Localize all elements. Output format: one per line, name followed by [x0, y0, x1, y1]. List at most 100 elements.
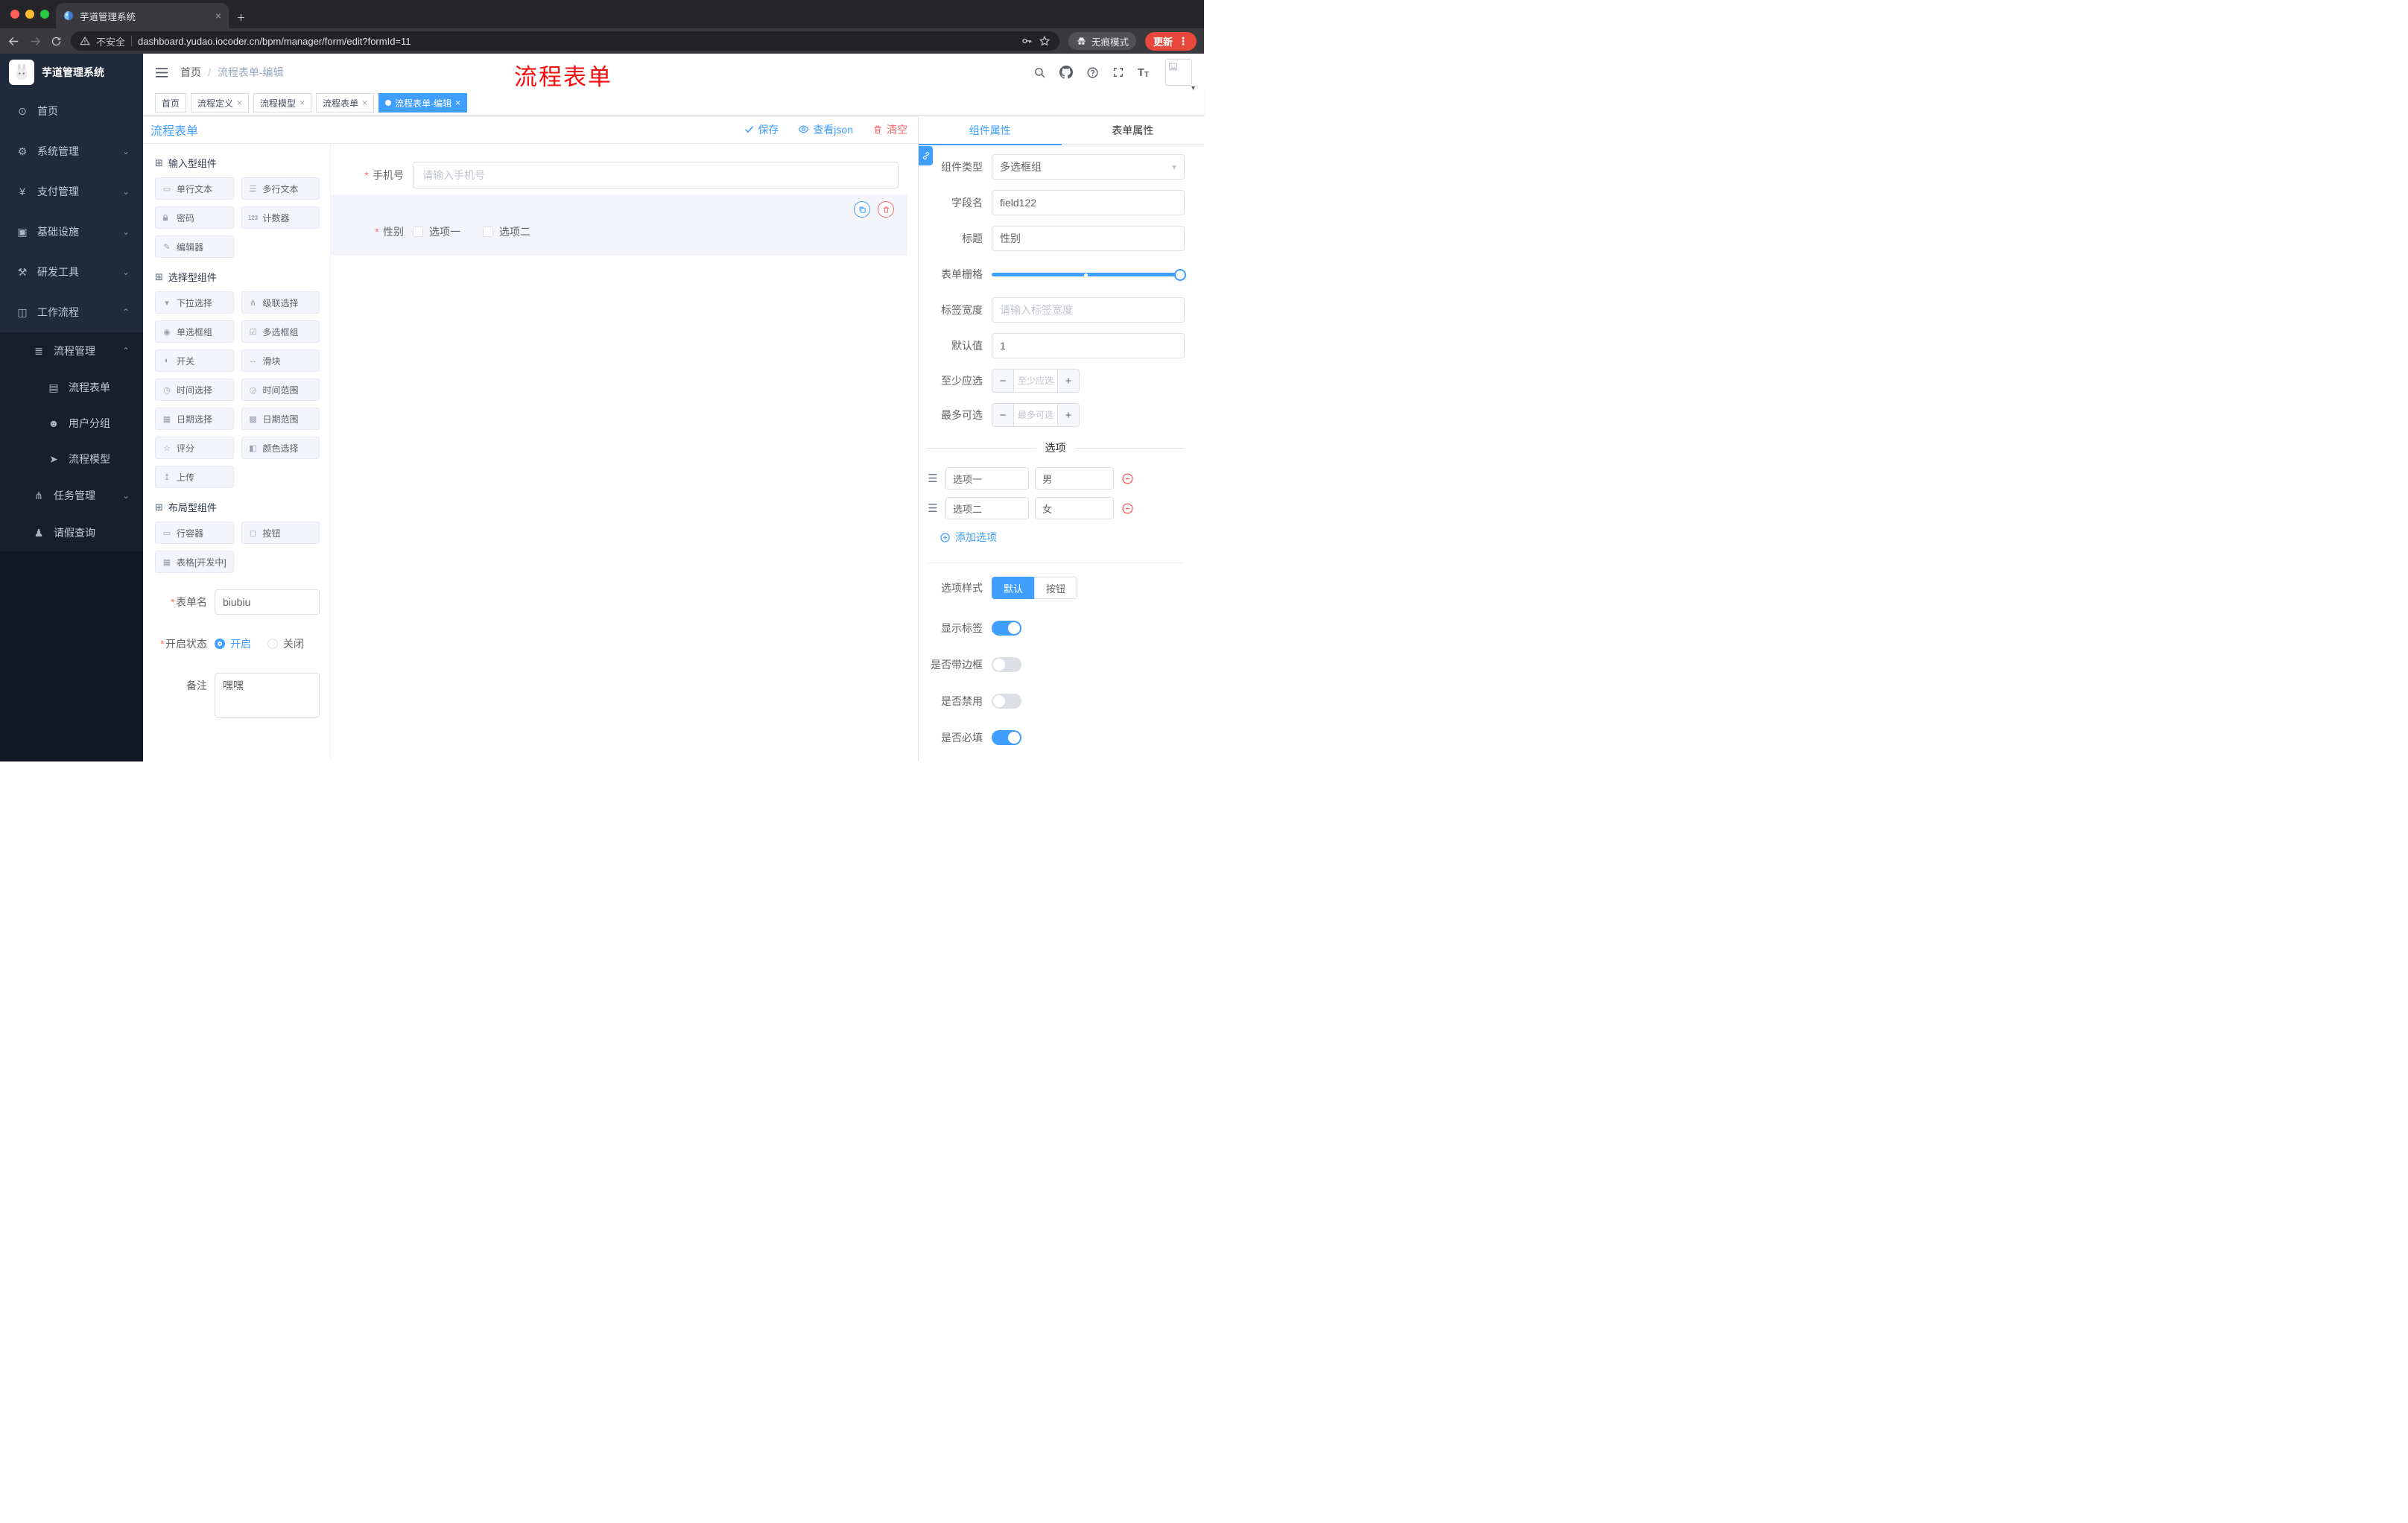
- reload-icon[interactable]: [51, 36, 62, 47]
- option-value-input[interactable]: [1035, 467, 1114, 490]
- show-label-switch[interactable]: [992, 621, 1021, 636]
- sidebar-item-devtools[interactable]: ⚒ 研发工具 ⌄: [0, 252, 143, 292]
- kebab-menu-icon[interactable]: ⋮: [1178, 35, 1188, 48]
- tab-component-props[interactable]: 组件属性: [919, 115, 1062, 145]
- component-item-table[interactable]: ▦ 表格[开发中]: [155, 551, 234, 573]
- increment-button[interactable]: +: [1057, 370, 1079, 392]
- zoom-window-button[interactable]: [40, 10, 49, 19]
- style-default-button[interactable]: 默认: [992, 577, 1036, 599]
- tab-form-props[interactable]: 表单属性: [1062, 115, 1205, 145]
- drag-handle-icon[interactable]: ☰: [926, 472, 940, 485]
- tag-process-definition[interactable]: 流程定义 ×: [191, 93, 250, 113]
- tag-process-model[interactable]: 流程模型 ×: [253, 93, 312, 113]
- sidebar-item-user-group[interactable]: ☻ 用户分组: [0, 405, 143, 441]
- new-tab-button[interactable]: [236, 13, 246, 22]
- min-selected-input[interactable]: [1014, 370, 1057, 392]
- save-button[interactable]: 保存: [744, 122, 779, 137]
- title-input[interactable]: [992, 226, 1185, 251]
- default-value-input[interactable]: [992, 333, 1185, 358]
- grid-slider[interactable]: [992, 262, 1186, 287]
- component-item-radio-group[interactable]: ◉ 单选框组: [155, 320, 234, 343]
- label-width-input[interactable]: [992, 297, 1185, 323]
- decrement-button[interactable]: −: [992, 404, 1014, 426]
- component-item-slider[interactable]: ↔ 滑块: [241, 349, 320, 372]
- component-item-editor[interactable]: ✎ 编辑器: [155, 235, 234, 258]
- link-icon[interactable]: [919, 146, 933, 165]
- tag-process-form-edit[interactable]: 流程表单-编辑 ×: [378, 93, 468, 113]
- component-item-rate[interactable]: ☆ 评分: [155, 437, 234, 459]
- component-item-button[interactable]: ◻ 按钮: [241, 522, 320, 544]
- update-button[interactable]: 更新 ⋮: [1144, 31, 1197, 51]
- copy-icon[interactable]: [854, 201, 870, 218]
- form-canvas[interactable]: * 手机号 请输入手机号 * 性别 选项一 选项二: [331, 144, 918, 762]
- status-radio-off[interactable]: 关闭: [267, 636, 304, 651]
- sidebar-item-infrastructure[interactable]: ▣ 基础设施 ⌄: [0, 212, 143, 252]
- sidebar-item-payment-management[interactable]: ¥ 支付管理 ⌄: [0, 171, 143, 212]
- slider-handle[interactable]: [1174, 269, 1186, 281]
- sidebar-item-process-form[interactable]: ▤ 流程表单: [0, 370, 143, 405]
- checkbox-option-1[interactable]: 选项一: [413, 224, 460, 239]
- sidebar-item-system-management[interactable]: ⚙ 系统管理 ⌄: [0, 131, 143, 171]
- component-item-cascader[interactable]: ⋔ 级联选择: [241, 291, 320, 314]
- sidebar-item-leave-query[interactable]: ♟ 请假查询: [0, 514, 143, 551]
- remove-option-icon[interactable]: [1121, 472, 1134, 485]
- component-item-counter[interactable]: 123 计数器: [241, 206, 320, 229]
- border-switch[interactable]: [992, 657, 1021, 672]
- sidebar-item-process-management[interactable]: ≣ 流程管理 ⌃: [0, 332, 143, 370]
- component-item-switch[interactable]: ◐ 开关: [155, 349, 234, 372]
- font-size-icon[interactable]: TT: [1138, 66, 1149, 79]
- form-name-input[interactable]: [215, 589, 320, 615]
- canvas-field-gender-selected[interactable]: * 性别 选项一 选项二: [331, 194, 907, 256]
- canvas-field-phone[interactable]: * 手机号: [331, 162, 899, 189]
- option-label-input[interactable]: [945, 467, 1029, 490]
- close-icon[interactable]: ×: [362, 98, 367, 108]
- sidebar-logo-row[interactable]: 芋道管理系统: [0, 54, 143, 91]
- option-value-input[interactable]: [1035, 497, 1114, 519]
- component-item-select[interactable]: ▾ 下拉选择: [155, 291, 234, 314]
- component-item-single-line-text[interactable]: ▭ 单行文本: [155, 177, 234, 200]
- component-item-row-container[interactable]: ▭ 行容器: [155, 522, 234, 544]
- avatar[interactable]: [1165, 59, 1192, 86]
- help-icon[interactable]: [1086, 66, 1099, 79]
- component-type-select[interactable]: 多选框组 ▾: [992, 154, 1185, 180]
- component-item-textarea[interactable]: ☰ 多行文本: [241, 177, 320, 200]
- component-item-checkbox-group[interactable]: ☑ 多选框组: [241, 320, 320, 343]
- breadcrumb-home[interactable]: 首页: [180, 65, 201, 80]
- forward-arrow-icon[interactable]: [29, 35, 42, 48]
- style-button-button[interactable]: 按钮: [1034, 577, 1078, 599]
- remark-textarea[interactable]: 嘿嘿: [215, 673, 320, 718]
- close-icon[interactable]: ×: [215, 10, 221, 22]
- add-option-button[interactable]: 添加选项: [940, 530, 1185, 545]
- drag-handle-icon[interactable]: ☰: [926, 501, 940, 515]
- close-icon[interactable]: ×: [455, 98, 460, 108]
- sidebar-item-workflow[interactable]: ◫ 工作流程 ⌃: [0, 292, 143, 332]
- required-switch[interactable]: [992, 730, 1021, 745]
- minimize-window-button[interactable]: [25, 10, 34, 19]
- star-icon[interactable]: [1039, 35, 1051, 47]
- address-bar[interactable]: 不安全 dashboard.yudao.iocoder.cn/bpm/manag…: [71, 31, 1059, 51]
- view-json-button[interactable]: 查看json: [798, 122, 853, 137]
- browser-tab[interactable]: 芋道管理系统 ×: [56, 3, 229, 28]
- remove-option-icon[interactable]: [1121, 502, 1134, 515]
- clear-button[interactable]: 清空: [872, 122, 907, 137]
- option-label-input[interactable]: [945, 497, 1029, 519]
- status-radio-on[interactable]: 开启: [215, 636, 251, 651]
- hamburger-icon[interactable]: [155, 67, 168, 78]
- component-item-time-range[interactable]: ◶ 时间范围: [241, 379, 320, 401]
- phone-input[interactable]: [413, 162, 899, 189]
- tag-process-form[interactable]: 流程表单 ×: [316, 93, 375, 113]
- github-icon[interactable]: [1059, 66, 1073, 79]
- field-name-input[interactable]: [992, 190, 1185, 215]
- delete-icon[interactable]: [878, 201, 894, 218]
- sidebar-item-home[interactable]: ⊙ 首页: [0, 91, 143, 131]
- sidebar-item-process-model[interactable]: ➤ 流程模型: [0, 441, 143, 477]
- sidebar-item-task-management[interactable]: ⋔ 任务管理 ⌄: [0, 477, 143, 514]
- fullscreen-icon[interactable]: [1112, 66, 1124, 78]
- close-window-button[interactable]: [10, 10, 19, 19]
- component-item-password[interactable]: 密码: [155, 206, 234, 229]
- key-icon[interactable]: [1021, 35, 1033, 47]
- decrement-button[interactable]: −: [992, 370, 1014, 392]
- disabled-switch[interactable]: [992, 694, 1021, 709]
- component-item-time-picker[interactable]: ◷ 时间选择: [155, 379, 234, 401]
- checkbox[interactable]: [413, 227, 423, 237]
